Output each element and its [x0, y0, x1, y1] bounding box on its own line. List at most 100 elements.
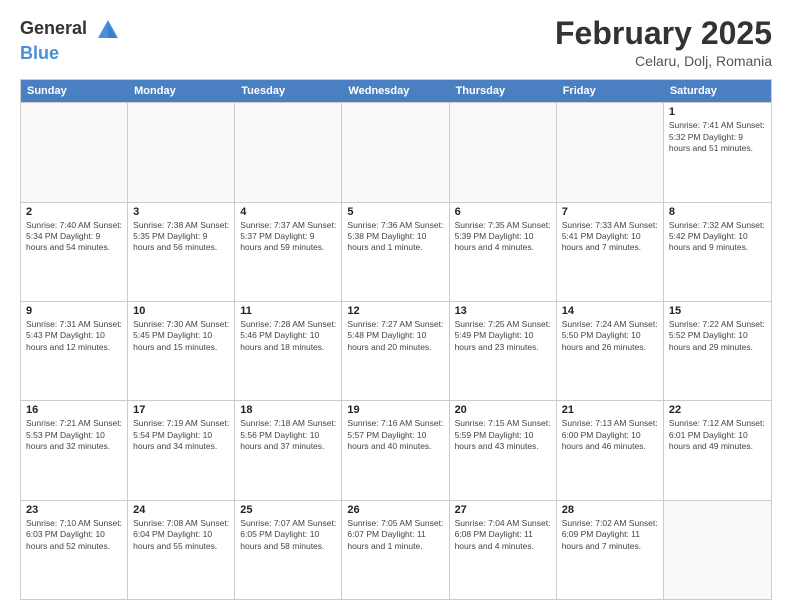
table-row: 13 Sunrise: 7:25 AM Sunset: 5:49 PM Dayli…: [450, 302, 557, 400]
day-number: 24: [133, 504, 229, 516]
day-number: 28: [562, 504, 658, 516]
day-info: Sunrise: 7:15 AM Sunset: 5:59 PM Dayligh…: [455, 418, 551, 452]
table-row: 20 Sunrise: 7:15 AM Sunset: 5:59 PM Dayli…: [450, 401, 557, 499]
day-number: 16: [26, 404, 122, 416]
table-row: 1 Sunrise: 7:41 AM Sunset: 5:32 PM Daylig…: [664, 103, 771, 201]
day-number: 21: [562, 404, 658, 416]
day-number: 15: [669, 305, 766, 317]
day-info: Sunrise: 7:04 AM Sunset: 6:08 PM Dayligh…: [455, 518, 551, 552]
table-row: 5 Sunrise: 7:36 AM Sunset: 5:38 PM Daylig…: [342, 203, 449, 301]
logo-icon: [94, 16, 122, 44]
calendar: SundayMondayTuesdayWednesdayThursdayFrid…: [20, 79, 772, 600]
table-row: 14 Sunrise: 7:24 AM Sunset: 5:50 PM Dayli…: [557, 302, 664, 400]
day-info: Sunrise: 7:12 AM Sunset: 6:01 PM Dayligh…: [669, 418, 766, 452]
calendar-header-day: Sunday: [21, 80, 128, 102]
table-row: [664, 501, 771, 599]
day-info: Sunrise: 7:31 AM Sunset: 5:43 PM Dayligh…: [26, 319, 122, 353]
logo-text: General Blue: [20, 16, 122, 64]
day-number: 26: [347, 504, 443, 516]
day-number: 14: [562, 305, 658, 317]
table-row: 10 Sunrise: 7:30 AM Sunset: 5:45 PM Dayli…: [128, 302, 235, 400]
day-number: 20: [455, 404, 551, 416]
calendar-week: 16 Sunrise: 7:21 AM Sunset: 5:53 PM Dayli…: [21, 400, 771, 499]
table-row: 25 Sunrise: 7:07 AM Sunset: 6:05 PM Dayli…: [235, 501, 342, 599]
table-row: 23 Sunrise: 7:10 AM Sunset: 6:03 PM Dayli…: [21, 501, 128, 599]
day-info: Sunrise: 7:30 AM Sunset: 5:45 PM Dayligh…: [133, 319, 229, 353]
day-info: Sunrise: 7:10 AM Sunset: 6:03 PM Dayligh…: [26, 518, 122, 552]
page: General Blue February 2025 Celaru, Dolj,…: [0, 0, 792, 612]
table-row: 26 Sunrise: 7:05 AM Sunset: 6:07 PM Dayli…: [342, 501, 449, 599]
day-number: 22: [669, 404, 766, 416]
day-info: Sunrise: 7:37 AM Sunset: 5:37 PM Dayligh…: [240, 220, 336, 254]
calendar-header-day: Friday: [557, 80, 664, 102]
table-row: 16 Sunrise: 7:21 AM Sunset: 5:53 PM Dayli…: [21, 401, 128, 499]
calendar-header-day: Monday: [128, 80, 235, 102]
calendar-header-day: Thursday: [450, 80, 557, 102]
calendar-week: 23 Sunrise: 7:10 AM Sunset: 6:03 PM Dayli…: [21, 500, 771, 599]
day-number: 4: [240, 206, 336, 218]
day-number: 23: [26, 504, 122, 516]
day-number: 9: [26, 305, 122, 317]
logo-general: General: [20, 16, 122, 44]
subtitle: Celaru, Dolj, Romania: [555, 53, 772, 69]
day-number: 5: [347, 206, 443, 218]
table-row: [342, 103, 449, 201]
calendar-header-day: Wednesday: [342, 80, 449, 102]
day-info: Sunrise: 7:25 AM Sunset: 5:49 PM Dayligh…: [455, 319, 551, 353]
day-number: 19: [347, 404, 443, 416]
day-number: 10: [133, 305, 229, 317]
table-row: [450, 103, 557, 201]
calendar-header-day: Tuesday: [235, 80, 342, 102]
table-row: [21, 103, 128, 201]
day-info: Sunrise: 7:19 AM Sunset: 5:54 PM Dayligh…: [133, 418, 229, 452]
table-row: 4 Sunrise: 7:37 AM Sunset: 5:37 PM Daylig…: [235, 203, 342, 301]
table-row: 17 Sunrise: 7:19 AM Sunset: 5:54 PM Dayli…: [128, 401, 235, 499]
table-row: [128, 103, 235, 201]
table-row: 22 Sunrise: 7:12 AM Sunset: 6:01 PM Dayli…: [664, 401, 771, 499]
day-info: Sunrise: 7:41 AM Sunset: 5:32 PM Dayligh…: [669, 120, 766, 154]
day-number: 25: [240, 504, 336, 516]
day-info: Sunrise: 7:13 AM Sunset: 6:00 PM Dayligh…: [562, 418, 658, 452]
calendar-week: 1 Sunrise: 7:41 AM Sunset: 5:32 PM Daylig…: [21, 102, 771, 201]
day-info: Sunrise: 7:28 AM Sunset: 5:46 PM Dayligh…: [240, 319, 336, 353]
day-info: Sunrise: 7:27 AM Sunset: 5:48 PM Dayligh…: [347, 319, 443, 353]
table-row: 24Sunrise: 7:08 AM Sunset: 6:04 PM Dayli…: [128, 501, 235, 599]
day-number: 12: [347, 305, 443, 317]
day-number: 27: [455, 504, 551, 516]
calendar-header-day: Saturday: [664, 80, 771, 102]
table-row: 21 Sunrise: 7:13 AM Sunset: 6:00 PM Dayli…: [557, 401, 664, 499]
day-info: Sunrise: 7:36 AM Sunset: 5:38 PM Dayligh…: [347, 220, 443, 254]
table-row: 11 Sunrise: 7:28 AM Sunset: 5:46 PM Dayli…: [235, 302, 342, 400]
day-number: 13: [455, 305, 551, 317]
day-info: Sunrise: 7:18 AM Sunset: 5:56 PM Dayligh…: [240, 418, 336, 452]
day-info: Sunrise: 7:21 AM Sunset: 5:53 PM Dayligh…: [26, 418, 122, 452]
day-info: Sunrise: 7:32 AM Sunset: 5:42 PM Dayligh…: [669, 220, 766, 254]
title-block: February 2025 Celaru, Dolj, Romania: [555, 16, 772, 69]
day-number: 8: [669, 206, 766, 218]
table-row: [235, 103, 342, 201]
day-info: Sunrise: 7:24 AM Sunset: 5:50 PM Dayligh…: [562, 319, 658, 353]
day-number: 17: [133, 404, 229, 416]
table-row: [557, 103, 664, 201]
calendar-week: 9 Sunrise: 7:31 AM Sunset: 5:43 PM Daylig…: [21, 301, 771, 400]
table-row: 8 Sunrise: 7:32 AM Sunset: 5:42 PM Daylig…: [664, 203, 771, 301]
table-row: 3Sunrise: 7:38 AM Sunset: 5:35 PM Daylig…: [128, 203, 235, 301]
calendar-header: SundayMondayTuesdayWednesdayThursdayFrid…: [21, 80, 771, 102]
day-info: Sunrise: 7:05 AM Sunset: 6:07 PM Dayligh…: [347, 518, 443, 552]
day-number: 7: [562, 206, 658, 218]
day-info: Sunrise: 7:38 AM Sunset: 5:35 PM Dayligh…: [133, 220, 229, 254]
table-row: 27 Sunrise: 7:04 AM Sunset: 6:08 PM Dayli…: [450, 501, 557, 599]
day-info: Sunrise: 7:02 AM Sunset: 6:09 PM Dayligh…: [562, 518, 658, 552]
day-number: 1: [669, 106, 766, 118]
day-info: Sunrise: 7:07 AM Sunset: 6:05 PM Dayligh…: [240, 518, 336, 552]
day-number: 6: [455, 206, 551, 218]
table-row: 18Sunrise: 7:18 AM Sunset: 5:56 PM Dayli…: [235, 401, 342, 499]
logo: General Blue: [20, 16, 122, 64]
day-info: Sunrise: 7:33 AM Sunset: 5:41 PM Dayligh…: [562, 220, 658, 254]
day-info: Sunrise: 7:16 AM Sunset: 5:57 PM Dayligh…: [347, 418, 443, 452]
header: General Blue February 2025 Celaru, Dolj,…: [20, 16, 772, 69]
table-row: 28 Sunrise: 7:02 AM Sunset: 6:09 PM Dayli…: [557, 501, 664, 599]
day-number: 11: [240, 305, 336, 317]
main-title: February 2025: [555, 16, 772, 51]
day-number: 2: [26, 206, 122, 218]
